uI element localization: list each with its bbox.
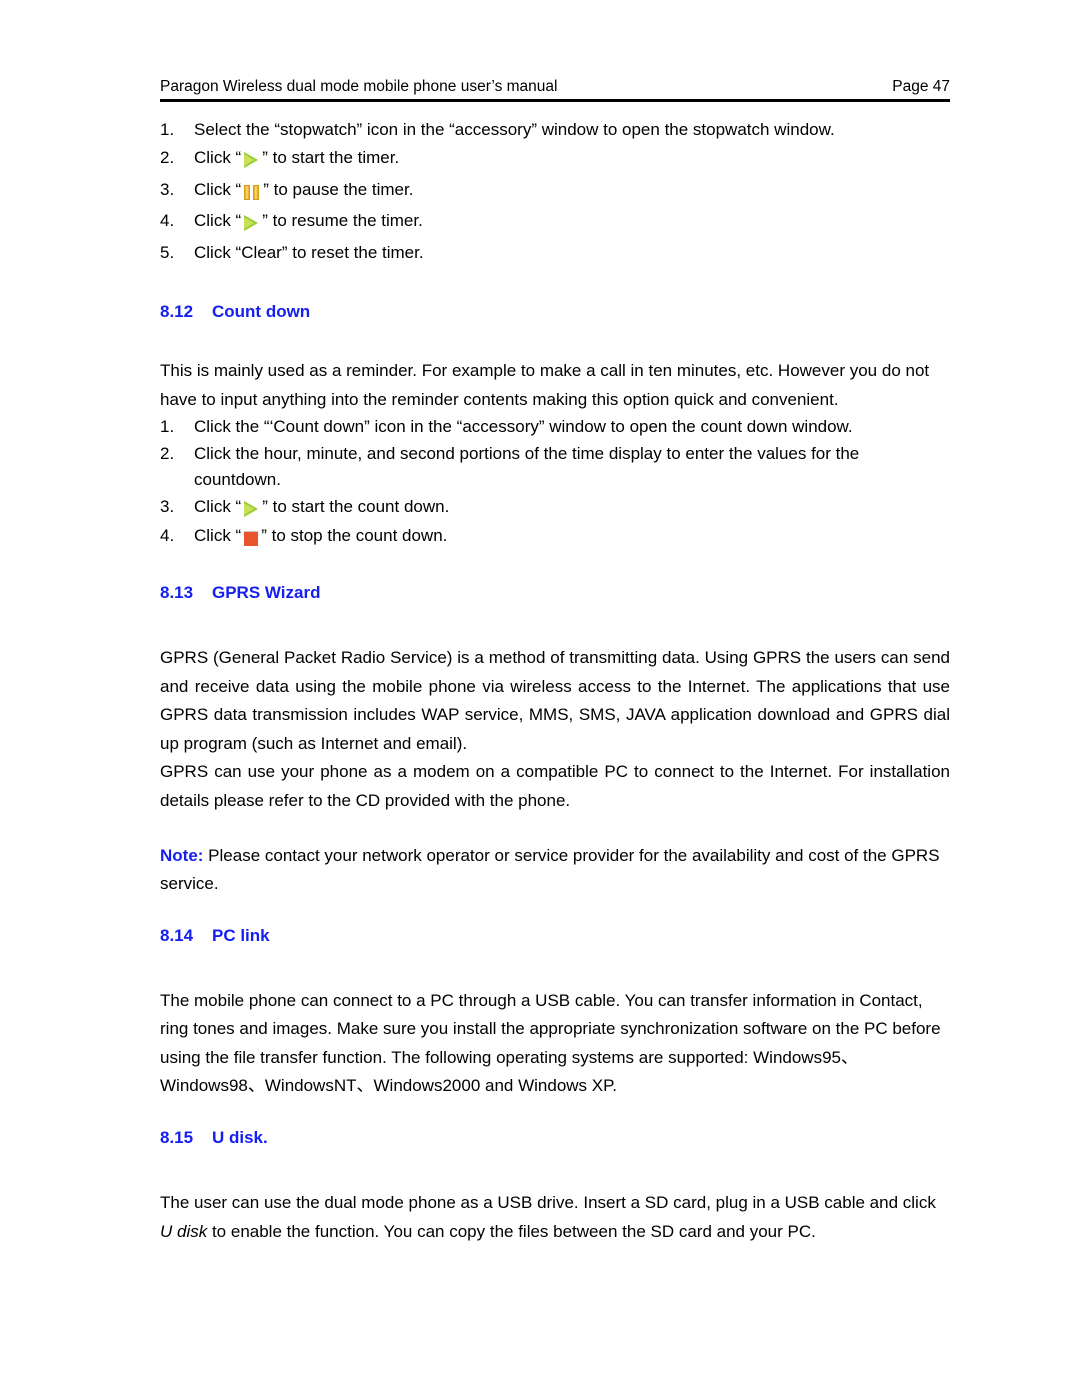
header-page-number: Page 47: [892, 78, 950, 95]
list-item: 4. Click “ ” to stop the count down.: [160, 523, 950, 552]
list-item-number: 1.: [160, 417, 175, 437]
list-item-number: 5.: [160, 242, 175, 262]
list-item-text: Select the “stopwatch” icon in the “acce…: [194, 119, 835, 139]
section-8-14-paragraph: The mobile phone can connect to a PC thr…: [160, 990, 941, 1096]
document-page: Paragon Wireless dual mode mobile phone …: [0, 0, 1080, 1397]
list-item: 2. Click the hour, minute, and second por…: [160, 441, 950, 494]
countdown-steps-list: 1. Click the “‘Count down” icon in the “a…: [160, 414, 950, 552]
list-item: 1. Select the “stopwatch” icon in the “ac…: [160, 116, 950, 145]
list-item: 1. Click the “‘Count down” icon in the “a…: [160, 414, 950, 440]
list-item-text-pre: Click “: [194, 179, 242, 199]
note-label: Note:: [160, 845, 204, 865]
section-number: 8.13: [160, 583, 194, 603]
list-item-number: 4.: [160, 525, 175, 545]
section-8-12-intro-paragraph: This is mainly used as a reminder. For e…: [160, 361, 930, 409]
list-item-text-post: ” to stop the count down.: [261, 525, 448, 545]
list-item-text-post: ” to resume the timer.: [262, 211, 423, 231]
section-number: 8.15: [160, 1127, 194, 1147]
section-heading-8-12: 8.12 Count down: [160, 301, 950, 323]
list-item-text-pre: Click “: [194, 211, 242, 231]
list-item-text: Click the hour, minute, and second porti…: [194, 443, 860, 490]
section-8-13-paragraph-1: GPRS (General Packet Radio Service) is a…: [160, 648, 950, 753]
list-item-text-pre: Click “: [194, 525, 242, 545]
list-item: 2. Click “ ” to start the timer.: [160, 144, 950, 176]
list-item-text-pre: Click “: [194, 148, 242, 168]
list-item: 4. Click “ ” to resume the timer.: [160, 207, 950, 239]
list-item-number: 2.: [160, 443, 175, 463]
section-title: U disk.: [212, 1127, 268, 1147]
section-title: GPRS Wizard: [212, 583, 321, 603]
gprs-note-paragraph: Note: Please contact your network operat…: [160, 842, 950, 899]
list-item-text-pre: Click “: [194, 496, 242, 516]
play-icon: [243, 210, 260, 239]
section-8-13-paragraph-2: GPRS can use your phone as a modem on a …: [160, 762, 950, 811]
list-item-text: Click the “‘Count down” icon in the “acc…: [194, 417, 853, 437]
header-divider: [160, 99, 950, 102]
note-text: Please contact your network operator or …: [160, 845, 940, 894]
list-item-text-post: ” to pause the timer.: [263, 179, 414, 199]
section-number: 8.12: [160, 302, 194, 322]
stop-icon: [243, 526, 259, 552]
list-item: 3. Click “ ” to start the count down.: [160, 494, 950, 523]
play-icon: [243, 497, 260, 523]
page-running-header: Paragon Wireless dual mode mobile phone …: [160, 78, 950, 99]
list-item-text-post: ” to start the count down.: [262, 496, 450, 516]
section-title: Count down: [212, 302, 311, 322]
pause-icon: [243, 179, 261, 208]
section-heading-8-15: 8.15 U disk.: [160, 1127, 950, 1149]
play-icon: [243, 147, 260, 176]
list-item-number: 1.: [160, 119, 175, 139]
list-item-number: 3.: [160, 496, 175, 516]
list-item-number: 3.: [160, 179, 175, 199]
section-8-15-paragraph: The user can use the dual mode phone as …: [160, 1189, 950, 1246]
udisk-emphasis: U disk: [160, 1221, 208, 1241]
list-item: 5. Click “Clear” to reset the timer.: [160, 239, 950, 268]
udisk-text-a: The user can use the dual mode phone as …: [160, 1193, 936, 1213]
list-item-number: 2.: [160, 148, 175, 168]
list-item: 3. Click “ ” to pause the timer.: [160, 176, 950, 208]
page-content: Paragon Wireless dual mode mobile phone …: [160, 78, 950, 1246]
section-heading-8-13: 8.13 GPRS Wizard: [160, 582, 950, 604]
header-manual-title: Paragon Wireless dual mode mobile phone …: [160, 78, 558, 95]
section-title: PC link: [212, 925, 270, 945]
stopwatch-steps-list: 1. Select the “stopwatch” icon in the “ac…: [160, 116, 950, 268]
udisk-text-b: to enable the function. You can copy the…: [207, 1221, 816, 1241]
list-item-text-post: ” to start the timer.: [262, 148, 400, 168]
list-item-text: Click “Clear” to reset the timer.: [194, 242, 424, 262]
section-heading-8-14: 8.14 PC link: [160, 925, 950, 947]
list-item-number: 4.: [160, 211, 175, 231]
section-number: 8.14: [160, 925, 194, 945]
